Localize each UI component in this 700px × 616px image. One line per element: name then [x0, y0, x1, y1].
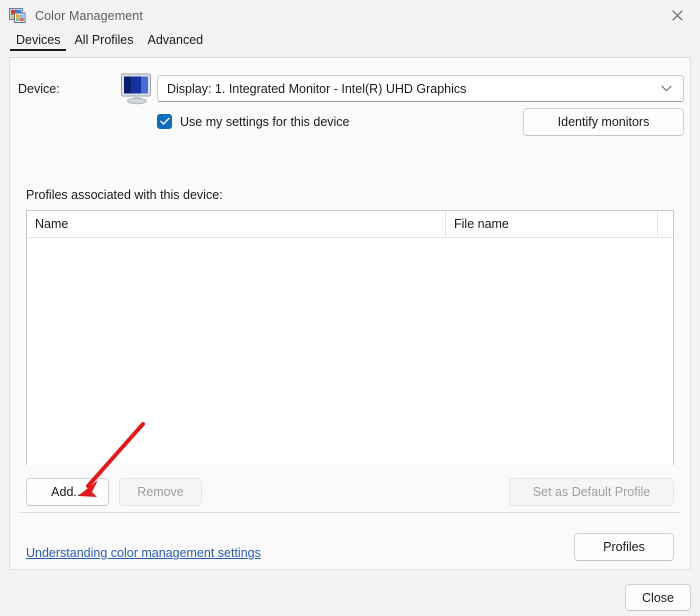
title-bar: Color Management: [0, 0, 700, 31]
close-button-label: Close: [642, 590, 674, 605]
tab-all-profiles-label: All Profiles: [74, 33, 134, 47]
device-dropdown[interactable]: Display: 1. Integrated Monitor - Intel(R…: [157, 75, 684, 102]
tab-devices-label: Devices: [16, 33, 61, 47]
remove-button: Remove: [119, 478, 202, 506]
set-as-default-profile-label: Set as Default Profile: [532, 485, 651, 499]
profiles-list-header: Name File name: [27, 211, 673, 238]
profiles-list[interactable]: Name File name: [26, 210, 674, 465]
identify-monitors-button[interactable]: Identify monitors: [523, 108, 684, 136]
device-label: Device:: [18, 82, 60, 96]
tab-devices[interactable]: Devices: [9, 33, 67, 51]
profiles-button-label: Profiles: [603, 540, 645, 554]
close-icon[interactable]: [654, 0, 700, 31]
profiles-button[interactable]: Profiles: [574, 533, 674, 561]
column-header-name[interactable]: Name: [27, 211, 445, 237]
tab-advanced-label: Advanced: [147, 33, 204, 47]
profiles-caption: Profiles associated with this device:: [26, 188, 223, 202]
profiles-list-body[interactable]: [27, 238, 673, 465]
footer-divider: [20, 512, 680, 513]
column-header-file-name[interactable]: File name: [445, 211, 657, 237]
tab-all-profiles[interactable]: All Profiles: [67, 33, 140, 51]
set-as-default-profile-button: Set as Default Profile: [509, 478, 674, 506]
checkbox-box: [157, 114, 172, 129]
add-button-label: Add...: [51, 485, 84, 499]
close-button[interactable]: Close: [625, 584, 691, 611]
understanding-color-management-link[interactable]: Understanding color management settings: [26, 546, 261, 560]
column-header-spacer: [657, 211, 673, 237]
chevron-down-icon: [661, 85, 672, 92]
add-button[interactable]: Add...: [26, 478, 109, 506]
tab-advanced[interactable]: Advanced: [141, 33, 211, 51]
device-dropdown-value: Display: 1. Integrated Monitor - Intel(R…: [167, 81, 467, 96]
window-title: Color Management: [35, 8, 143, 23]
tab-strip: Devices All Profiles Advanced: [0, 33, 700, 57]
monitor-icon: [119, 70, 155, 106]
remove-button-label: Remove: [137, 485, 184, 499]
color-management-icon: [9, 7, 26, 24]
use-my-settings-checkbox[interactable]: Use my settings for this device: [157, 114, 350, 129]
use-my-settings-label: Use my settings for this device: [180, 114, 350, 129]
identify-monitors-label: Identify monitors: [557, 115, 650, 129]
